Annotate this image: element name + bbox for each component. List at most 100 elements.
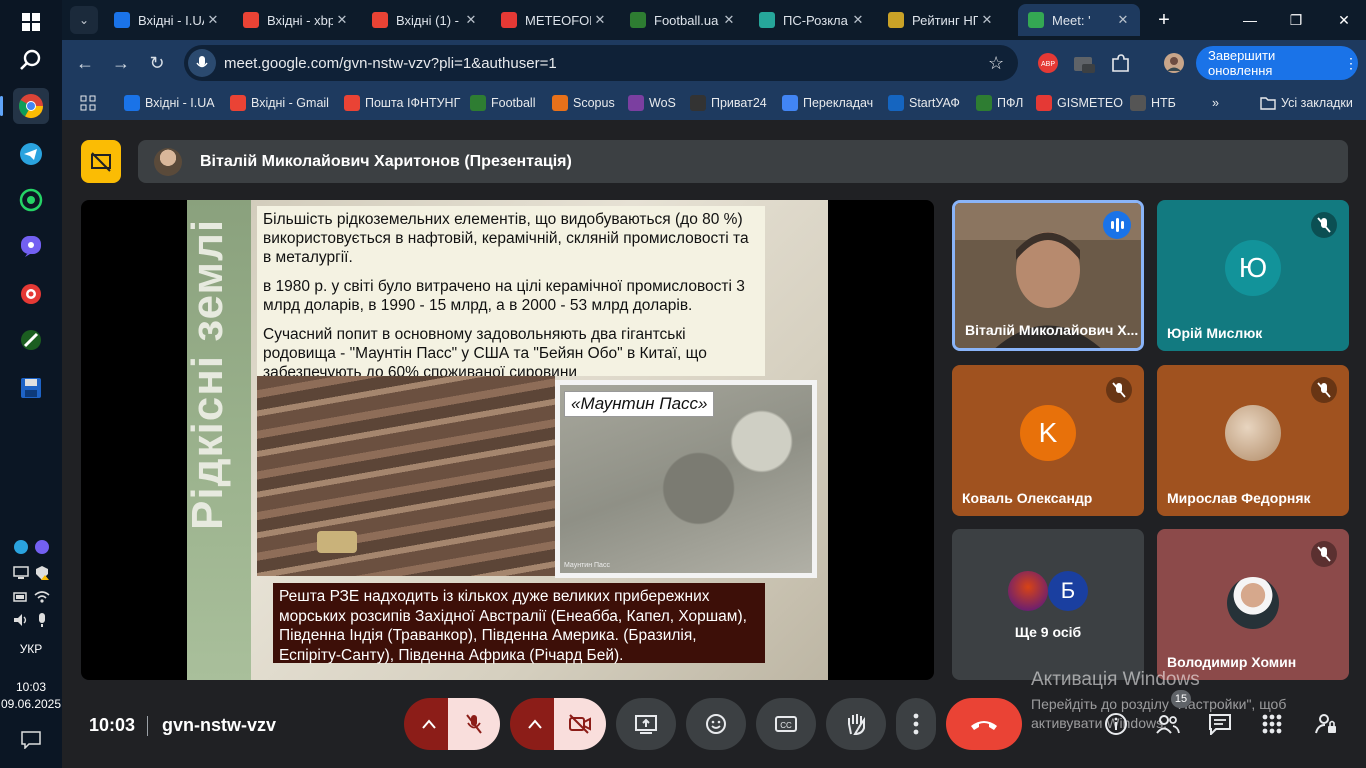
bookmark-11[interactable]: GISMETEO bbox=[1036, 92, 1123, 114]
host-controls-lock-icon[interactable] bbox=[1312, 710, 1340, 738]
camera-toggle-button[interactable] bbox=[554, 698, 606, 750]
more-options-button[interactable] bbox=[896, 698, 936, 750]
telegram-tray-icon[interactable] bbox=[13, 540, 29, 554]
offline-extension-icon[interactable] bbox=[1072, 51, 1096, 75]
bookmark-label: Перекладач bbox=[803, 96, 874, 110]
forward-button[interactable]: → bbox=[108, 50, 134, 76]
bookmark-12[interactable]: НТБ bbox=[1130, 92, 1176, 114]
close-window-button[interactable]: ✕ bbox=[1332, 8, 1356, 32]
bookmark-label: StartУАФ bbox=[909, 96, 960, 110]
captions-button[interactable]: CC bbox=[756, 698, 816, 750]
tab-7[interactable]: Рейтинг НП ✕ bbox=[878, 4, 1004, 36]
url-text[interactable]: meet.google.com/gvn-nstw-vzv?pli=1&authu… bbox=[224, 55, 988, 72]
viber-tray-icon[interactable] bbox=[34, 540, 50, 554]
tab-6[interactable]: ПС-Розкла ✕ bbox=[749, 4, 875, 36]
presentation-icon[interactable] bbox=[81, 140, 121, 183]
whatsapp-icon[interactable] bbox=[13, 182, 49, 218]
windows-start-icon[interactable] bbox=[13, 4, 49, 40]
people-icon[interactable] bbox=[1154, 710, 1182, 738]
presentation-stage[interactable]: Рідкісні землі Більшість рідкоземельних … bbox=[81, 200, 934, 680]
participant-tile-koval[interactable]: K Коваль Олександр bbox=[952, 365, 1144, 516]
audio-options-button[interactable] bbox=[404, 698, 454, 750]
telegram-icon[interactable] bbox=[13, 136, 49, 172]
extensions-puzzle-icon[interactable] bbox=[1108, 51, 1132, 75]
reactions-button[interactable] bbox=[686, 698, 746, 750]
battery-icon[interactable] bbox=[12, 590, 29, 604]
tab-3[interactable]: Вхідні (1) - ✕ bbox=[362, 4, 488, 36]
restore-button[interactable]: ❐ bbox=[1284, 8, 1308, 32]
slide: Рідкісні землі Більшість рідкоземельних … bbox=[183, 200, 828, 680]
close-tab-icon[interactable]: ✕ bbox=[462, 12, 480, 28]
back-button[interactable]: ← bbox=[72, 50, 98, 76]
participant-tile-presenter[interactable]: Віталій Миколайович Х... bbox=[952, 200, 1144, 351]
finish-update-button[interactable]: Завершити оновлення ⋮ bbox=[1196, 46, 1358, 80]
wifi-icon[interactable] bbox=[33, 590, 50, 604]
profile-avatar[interactable] bbox=[1162, 51, 1186, 75]
minimize-button[interactable]: — bbox=[1238, 8, 1262, 32]
scopus-icon bbox=[552, 95, 568, 111]
adblock-extension-icon[interactable]: ABP bbox=[1036, 51, 1060, 75]
meeting-details-icon[interactable] bbox=[1102, 710, 1130, 738]
close-tab-icon[interactable]: ✕ bbox=[333, 12, 351, 28]
apps-grid-icon[interactable] bbox=[80, 92, 96, 114]
bookmark-6[interactable]: WoS bbox=[628, 92, 676, 114]
more-bookmarks-icon[interactable]: » bbox=[1212, 92, 1219, 114]
participant-tile-volodymyr[interactable]: Володимир Хомин bbox=[1157, 529, 1349, 680]
screen-recorder-icon[interactable] bbox=[13, 276, 49, 312]
leave-call-button[interactable] bbox=[946, 698, 1022, 750]
chrome-icon[interactable] bbox=[0, 88, 49, 124]
floppy-save-icon[interactable] bbox=[13, 370, 49, 406]
search-icon[interactable] bbox=[13, 42, 49, 78]
tab-8[interactable]: Meet: ' ✕ bbox=[1018, 4, 1140, 36]
bookmark-10[interactable]: ПФЛ bbox=[976, 92, 1023, 114]
taskbar-date[interactable]: 09.06.2025 bbox=[0, 697, 62, 711]
reload-button[interactable]: ↻ bbox=[144, 50, 170, 76]
bookmark-9[interactable]: StartУАФ bbox=[888, 92, 960, 114]
participant-mini-avatar bbox=[1008, 571, 1048, 611]
microphone-icon[interactable] bbox=[188, 49, 216, 77]
all-bookmarks[interactable]: Усі закладки bbox=[1260, 92, 1353, 114]
raise-hand-button[interactable] bbox=[826, 698, 886, 750]
participant-tile-myroslav[interactable]: Мирослав Федорняк bbox=[1157, 365, 1349, 516]
open-pit-mine-photo bbox=[257, 376, 555, 576]
video-options-button[interactable] bbox=[510, 698, 560, 750]
close-tab-icon[interactable]: ✕ bbox=[1114, 12, 1132, 28]
activities-icon[interactable] bbox=[1258, 710, 1286, 738]
viber-icon[interactable] bbox=[13, 228, 49, 264]
close-tab-icon[interactable]: ✕ bbox=[720, 12, 738, 28]
bookmark-2[interactable]: Вхідні - Gmail bbox=[230, 92, 329, 114]
language-indicator[interactable]: УКР bbox=[0, 642, 62, 656]
green-app-icon[interactable] bbox=[13, 322, 49, 358]
bookmark-5[interactable]: Scopus bbox=[552, 92, 615, 114]
bookmark-1[interactable]: Вхідні - I.UA bbox=[124, 92, 215, 114]
bookmark-8[interactable]: Перекладач bbox=[782, 92, 873, 114]
notifications-icon[interactable] bbox=[13, 722, 49, 758]
present-screen-button[interactable] bbox=[616, 698, 676, 750]
tab-5[interactable]: Football.ua ✕ bbox=[620, 4, 746, 36]
participant-tile-more[interactable]: Б Ще 9 осіб bbox=[952, 529, 1144, 680]
new-tab-button[interactable]: + bbox=[1150, 6, 1178, 34]
tab-1[interactable]: Вхідні - I.UA ✕ bbox=[104, 4, 230, 36]
close-tab-icon[interactable]: ✕ bbox=[204, 12, 222, 28]
address-bar[interactable]: meet.google.com/gvn-nstw-vzv?pli=1&authu… bbox=[184, 45, 1018, 81]
close-tab-icon[interactable]: ✕ bbox=[591, 12, 609, 28]
close-tab-icon[interactable]: ✕ bbox=[849, 12, 867, 28]
participant-tile-yurii[interactable]: Ю Юрій Мислюк bbox=[1157, 200, 1349, 351]
volume-icon[interactable] bbox=[13, 613, 29, 627]
chat-icon[interactable] bbox=[1206, 710, 1234, 738]
bookmark-label: Приват24 bbox=[711, 96, 767, 110]
close-tab-icon[interactable]: ✕ bbox=[978, 12, 996, 28]
tab-4[interactable]: METEOFOR✕ bbox=[491, 4, 617, 36]
security-warning-icon[interactable] bbox=[34, 566, 50, 580]
microphone-toggle-button[interactable] bbox=[448, 698, 500, 750]
bookmark-7[interactable]: Приват24 bbox=[690, 92, 767, 114]
tray-row-3 bbox=[0, 590, 62, 604]
taskbar-time[interactable]: 10:03 bbox=[0, 680, 62, 694]
tab-2[interactable]: Вхідні - xbp ✕ bbox=[233, 4, 359, 36]
microphone-tray-icon[interactable] bbox=[34, 613, 50, 627]
monitor-tray-icon[interactable] bbox=[12, 566, 29, 580]
tab-search-button[interactable]: ⌄ bbox=[70, 6, 98, 34]
bookmark-3[interactable]: Пошта ІФНТУНГ bbox=[344, 92, 460, 114]
bookmark-4[interactable]: Football bbox=[470, 92, 535, 114]
bookmark-star-icon[interactable]: ☆ bbox=[988, 53, 1018, 74]
